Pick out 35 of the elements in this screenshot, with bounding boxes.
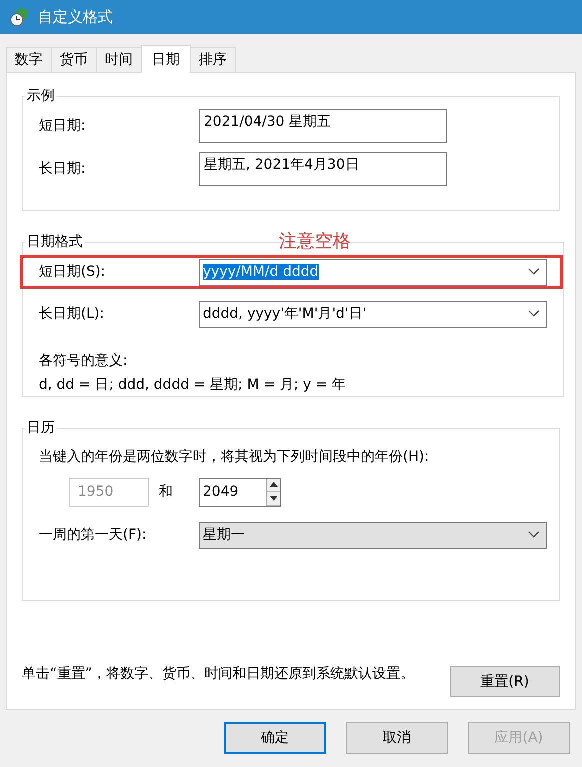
field-label: 短日期: xyxy=(39,117,87,135)
sample-field: 2021/04/30 星期五 xyxy=(199,109,447,143)
chevron-down-icon xyxy=(528,531,540,539)
chevron-down-icon xyxy=(528,310,540,318)
group-title: 日历 xyxy=(26,419,56,437)
two-digit-year-label: 当键入的年份是两位数字时，将其视为下列时间段中的年份(H): xyxy=(39,448,430,467)
group-title: 日期格式 xyxy=(26,233,84,251)
up-arrow-icon xyxy=(270,482,278,488)
dialog-button[interactable]: 确定 xyxy=(224,722,326,754)
globe-clock-icon xyxy=(10,7,30,27)
first-day-combobox[interactable]: 星期一 xyxy=(199,522,547,548)
reset-button[interactable]: 重置(R) xyxy=(450,666,560,697)
legend-title: 各符号的意义: xyxy=(39,352,129,371)
end-year-spinbox[interactable]: 2049 xyxy=(199,478,281,506)
spin-down-button[interactable] xyxy=(267,492,280,506)
tab[interactable]: 日期 xyxy=(141,45,191,73)
field-label: 长日期: xyxy=(39,160,87,178)
reset-description: 单击“重置”，将数字、货币、时间和日期还原到系统默认设置。 xyxy=(22,665,416,684)
down-arrow-icon xyxy=(270,496,278,501)
window-title: 自定义格式 xyxy=(38,8,113,26)
legend-text: d, dd = 日; ddd, dddd = 星期; M = 月; y = 年 xyxy=(39,376,348,395)
dialog-button[interactable]: 取消 xyxy=(346,722,448,754)
field-label: 短日期(S): xyxy=(39,263,107,281)
field-label: 一周的第一天(F): xyxy=(39,526,148,544)
annotation-text: 注意空格 xyxy=(279,230,351,253)
format-combobox[interactable]: yyyy/MM/d dddd xyxy=(199,258,547,286)
field-label: 长日期(L): xyxy=(39,305,106,323)
chevron-down-icon xyxy=(528,268,540,276)
tab[interactable]: 数字 xyxy=(6,47,52,72)
group-title: 示例 xyxy=(26,87,56,105)
spin-up-button[interactable] xyxy=(267,478,280,492)
format-combobox[interactable]: dddd, yyyy'年'M'月'd'日' xyxy=(199,300,547,328)
tab[interactable]: 排序 xyxy=(190,47,236,72)
and-label: 和 xyxy=(158,483,174,501)
sample-field: 星期五, 2021年4月30日 xyxy=(199,152,447,186)
